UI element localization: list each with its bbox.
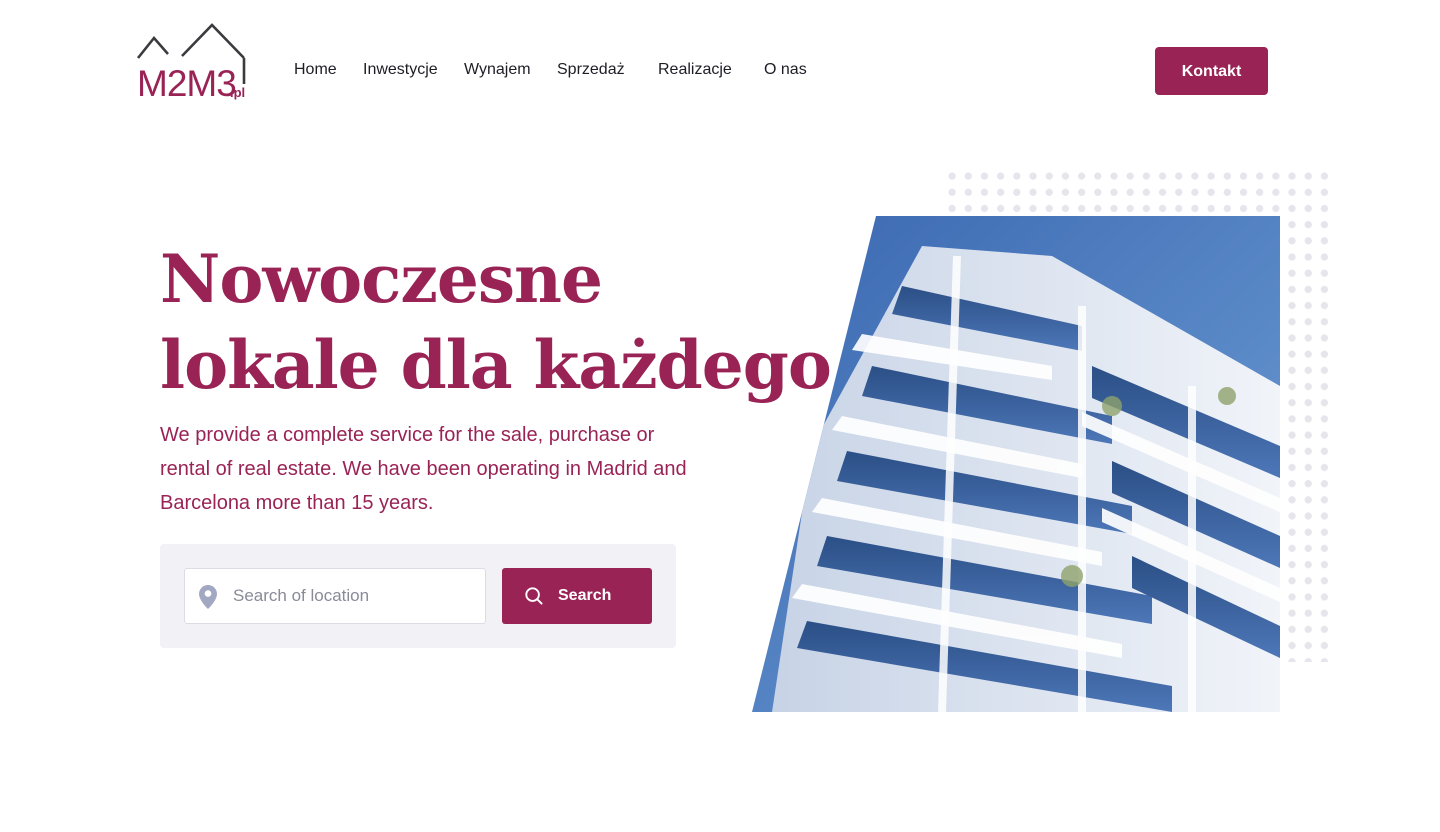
nav-item-realizacje[interactable]: Realizacje: [658, 58, 732, 82]
contact-button[interactable]: Kontakt: [1155, 47, 1268, 95]
location-pin-icon: [199, 585, 217, 609]
nav-item-sprzedaz[interactable]: Sprzedaż: [557, 58, 625, 82]
logo-suffix: .pl: [230, 85, 245, 100]
hero-description: We provide a complete service for the sa…: [160, 424, 687, 514]
logo-text: M2M3: [137, 63, 236, 102]
search-icon: [525, 587, 543, 605]
search-button-label: Search: [558, 587, 612, 604]
landing-page: M2M3 .pl Home Inwestycje Wynajem Sprzeda…: [0, 0, 1440, 832]
m2m3-logo[interactable]: M2M3 .pl: [136, 22, 248, 102]
nav-item-o-nas[interactable]: O nas: [764, 58, 807, 82]
location-search-field[interactable]: [184, 568, 486, 624]
nav-item-home[interactable]: Home: [294, 58, 337, 82]
nav-item-inwestycje[interactable]: Inwestycje: [363, 58, 438, 82]
hero-title: Nowoczesne lokale dla każdego: [160, 236, 832, 408]
building-photo: [752, 216, 1280, 712]
search-panel: Search: [160, 544, 676, 648]
search-button[interactable]: Search: [502, 568, 652, 624]
hero-title-line-2: lokale dla każdego: [160, 326, 832, 404]
nav-item-wynajem[interactable]: Wynajem: [464, 58, 531, 82]
hero-title-line-1: Nowoczesne: [160, 240, 603, 318]
location-search-input[interactable]: [231, 569, 481, 623]
